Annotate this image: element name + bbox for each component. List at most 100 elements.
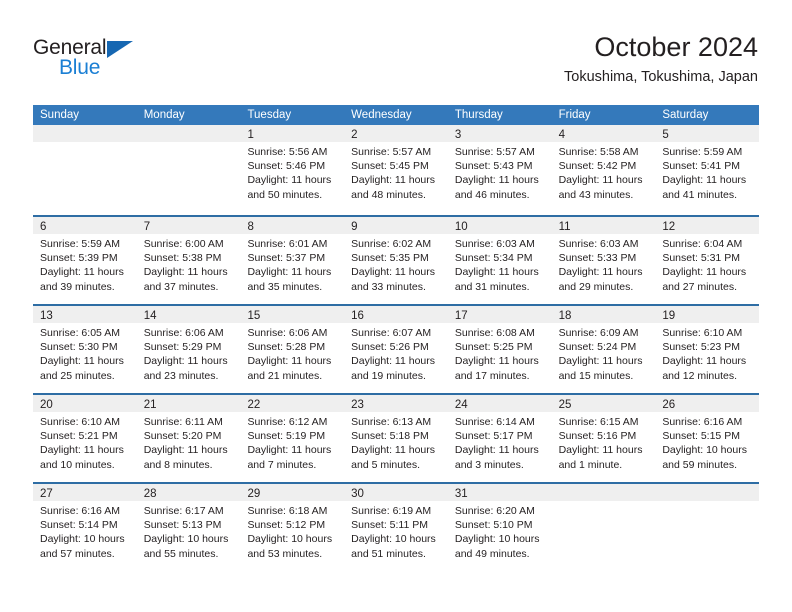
sunrise-text: Sunrise: 5:59 AM (662, 146, 743, 158)
calendar-day-cell[interactable]: 30 Sunrise: 6:19 AM Sunset: 5:11 PM Dayligh… (344, 484, 448, 571)
day-number-bar: 5 (655, 125, 760, 142)
daylight-text-line2: and 3 minutes. (454, 458, 524, 471)
calendar-day-cell[interactable]: 28 Sunrise: 6:17 AM Sunset: 5:13 PM Dayligh… (136, 484, 241, 571)
day-number-bar (655, 484, 760, 501)
daylight-text-line2: and 17 minutes. (454, 369, 530, 382)
calendar-day-cell[interactable]: 19 Sunrise: 6:10 AM Sunset: 5:23 PM Dayligh… (655, 306, 760, 393)
day-number-bar (551, 484, 656, 501)
sunset-text: Sunset: 5:37 PM (247, 252, 326, 265)
logo-text-blue: Blue (59, 56, 101, 79)
daylight-text-line2: and 10 minutes. (40, 458, 115, 471)
weekday-header-thursday: Thursday (454, 109, 503, 121)
day-number-bar: 8 (240, 217, 345, 234)
sunset-text: Sunset: 5:46 PM (247, 160, 326, 173)
sunrise-text: Sunrise: 6:10 AM (662, 327, 743, 339)
calendar-day-cell[interactable]: 25 Sunrise: 6:15 AM Sunset: 5:16 PM Dayligh… (551, 395, 656, 482)
calendar-day-cell[interactable]: 14 Sunrise: 6:06 AM Sunset: 5:29 PM Dayligh… (136, 306, 241, 393)
sunrise-text: Sunrise: 6:12 AM (247, 416, 328, 428)
day-number: 2 (351, 129, 358, 141)
daylight-text-line1: Daylight: 11 hours (143, 444, 228, 457)
sunset-text: Sunset: 5:19 PM (247, 430, 326, 443)
sunrise-text: Sunrise: 6:14 AM (454, 416, 535, 428)
calendar-day-cell[interactable]: 26 Sunrise: 6:16 AM Sunset: 5:15 PM Dayligh… (655, 395, 760, 482)
day-number-bar: 20 (33, 395, 137, 412)
day-number: 21 (143, 399, 157, 411)
day-number: 8 (247, 221, 254, 233)
calendar-day-cell[interactable]: 9 Sunrise: 6:02 AM Sunset: 5:35 PM Daylight… (344, 217, 448, 304)
calendar-day-cell[interactable]: 29 Sunrise: 6:18 AM Sunset: 5:12 PM Dayligh… (240, 484, 345, 571)
sunset-text: Sunset: 5:45 PM (351, 160, 429, 173)
sunset-text: Sunset: 5:17 PM (454, 430, 533, 443)
day-number-bar: 10 (447, 217, 552, 234)
calendar-day-cell[interactable]: 1 Sunrise: 5:56 AM Sunset: 5:46 PM Daylight… (240, 125, 345, 215)
day-details: Sunrise: 6:16 AM Sunset: 5:14 PM Daylight:… (33, 501, 137, 561)
day-number-bar: 2 (344, 125, 448, 142)
calendar-week-row: 27 Sunrise: 6:16 AM Sunset: 5:14 PM Dayligh… (33, 482, 760, 571)
daylight-text-line1: Daylight: 11 hours (558, 355, 643, 368)
daylight-text-line2: and 35 minutes. (247, 280, 323, 293)
calendar-day-cell-empty (33, 125, 137, 215)
day-number: 4 (558, 129, 565, 141)
calendar-day-cell[interactable]: 11 Sunrise: 6:03 AM Sunset: 5:33 PM Dayligh… (551, 217, 656, 304)
daylight-text-line2: and 33 minutes. (351, 280, 426, 293)
calendar-day-cell-empty (136, 125, 241, 215)
calendar-day-cell[interactable]: 23 Sunrise: 6:13 AM Sunset: 5:18 PM Dayligh… (344, 395, 448, 482)
daylight-text-line1: Daylight: 10 hours (351, 533, 436, 546)
calendar-day-cell[interactable]: 16 Sunrise: 6:07 AM Sunset: 5:26 PM Dayligh… (344, 306, 448, 393)
sunrise-text: Sunrise: 6:11 AM (143, 416, 223, 428)
sunrise-text: Sunrise: 6:09 AM (558, 327, 639, 339)
day-number-bar: 24 (447, 395, 552, 412)
calendar-day-cell[interactable]: 5 Sunrise: 5:59 AM Sunset: 5:41 PM Daylight… (655, 125, 760, 215)
daylight-text-line1: Daylight: 10 hours (143, 533, 229, 546)
sunset-text: Sunset: 5:14 PM (40, 519, 118, 532)
daylight-text-line1: Daylight: 11 hours (143, 266, 228, 279)
calendar-day-cell[interactable]: 20 Sunrise: 6:10 AM Sunset: 5:21 PM Dayligh… (33, 395, 137, 482)
calendar-day-cell[interactable]: 10 Sunrise: 6:03 AM Sunset: 5:34 PM Dayligh… (447, 217, 552, 304)
daylight-text-line2: and 50 minutes. (247, 188, 323, 201)
daylight-text-line2: and 8 minutes. (143, 458, 213, 471)
calendar-day-cell[interactable]: 18 Sunrise: 6:09 AM Sunset: 5:24 PM Dayligh… (551, 306, 656, 393)
sunset-text: Sunset: 5:25 PM (454, 341, 533, 354)
calendar-day-cell[interactable]: 12 Sunrise: 6:04 AM Sunset: 5:31 PM Dayligh… (655, 217, 760, 304)
day-details: Sunrise: 6:10 AM Sunset: 5:21 PM Daylight:… (33, 412, 137, 472)
calendar-day-cell[interactable]: 21 Sunrise: 6:11 AM Sunset: 5:20 PM Dayligh… (136, 395, 241, 482)
day-details: Sunrise: 6:06 AM Sunset: 5:29 PM Daylight:… (137, 323, 241, 383)
day-details: Sunrise: 6:06 AM Sunset: 5:28 PM Daylight:… (240, 323, 344, 383)
day-number-bar: 22 (240, 395, 345, 412)
calendar-day-cell[interactable]: 3 Sunrise: 5:57 AM Sunset: 5:43 PM Daylight… (447, 125, 552, 215)
calendar-week-row: 1 Sunrise: 5:56 AM Sunset: 5:46 PM Daylight… (33, 125, 760, 215)
sunrise-text: Sunrise: 5:57 AM (351, 146, 432, 158)
daylight-text-line1: Daylight: 11 hours (454, 444, 539, 457)
day-number: 10 (454, 221, 468, 233)
calendar-day-cell[interactable]: 27 Sunrise: 6:16 AM Sunset: 5:14 PM Dayligh… (33, 484, 137, 571)
day-number: 27 (40, 488, 53, 500)
calendar-day-cell[interactable]: 13 Sunrise: 6:05 AM Sunset: 5:30 PM Dayligh… (33, 306, 137, 393)
sunset-text: Sunset: 5:28 PM (247, 341, 326, 354)
calendar-day-cell[interactable]: 4 Sunrise: 5:58 AM Sunset: 5:42 PM Daylight… (551, 125, 656, 215)
calendar-day-cell[interactable]: 7 Sunrise: 6:00 AM Sunset: 5:38 PM Daylight… (136, 217, 241, 304)
day-number-bar: 4 (551, 125, 656, 142)
calendar-day-cell[interactable]: 24 Sunrise: 6:14 AM Sunset: 5:17 PM Dayligh… (447, 395, 552, 482)
calendar-day-cell[interactable]: 2 Sunrise: 5:57 AM Sunset: 5:45 PM Daylight… (344, 125, 448, 215)
day-number-bar: 21 (136, 395, 241, 412)
day-number-bar: 11 (551, 217, 656, 234)
daylight-text-line1: Daylight: 11 hours (247, 174, 332, 187)
day-number: 22 (247, 399, 261, 411)
sunrise-text: Sunrise: 5:58 AM (558, 146, 639, 158)
calendar-day-cell[interactable]: 17 Sunrise: 6:08 AM Sunset: 5:25 PM Dayligh… (447, 306, 552, 393)
day-number: 9 (351, 221, 358, 233)
day-number-bar: 1 (240, 125, 345, 142)
day-details: Sunrise: 5:57 AM Sunset: 5:45 PM Daylight:… (344, 142, 448, 202)
calendar-day-cell[interactable]: 31 Sunrise: 6:20 AM Sunset: 5:10 PM Dayligh… (447, 484, 552, 571)
daylight-text-line2: and 29 minutes. (558, 280, 634, 293)
calendar-day-cell[interactable]: 8 Sunrise: 6:01 AM Sunset: 5:37 PM Daylight… (240, 217, 345, 304)
calendar-day-cell[interactable]: 6 Sunrise: 5:59 AM Sunset: 5:39 PM Daylight… (33, 217, 137, 304)
day-number: 15 (247, 310, 261, 322)
daylight-text-line1: Daylight: 10 hours (247, 533, 333, 546)
day-number: 29 (247, 488, 261, 500)
title-block: October 2024 Tokushima, Tokushima, Japan (564, 30, 758, 87)
calendar-day-cell[interactable]: 22 Sunrise: 6:12 AM Sunset: 5:19 PM Dayligh… (240, 395, 345, 482)
calendar-day-cell[interactable]: 15 Sunrise: 6:06 AM Sunset: 5:28 PM Dayligh… (240, 306, 345, 393)
page-header: General Blue October 2024 Tokushima, Tok… (0, 0, 792, 104)
day-number: 23 (351, 399, 364, 411)
